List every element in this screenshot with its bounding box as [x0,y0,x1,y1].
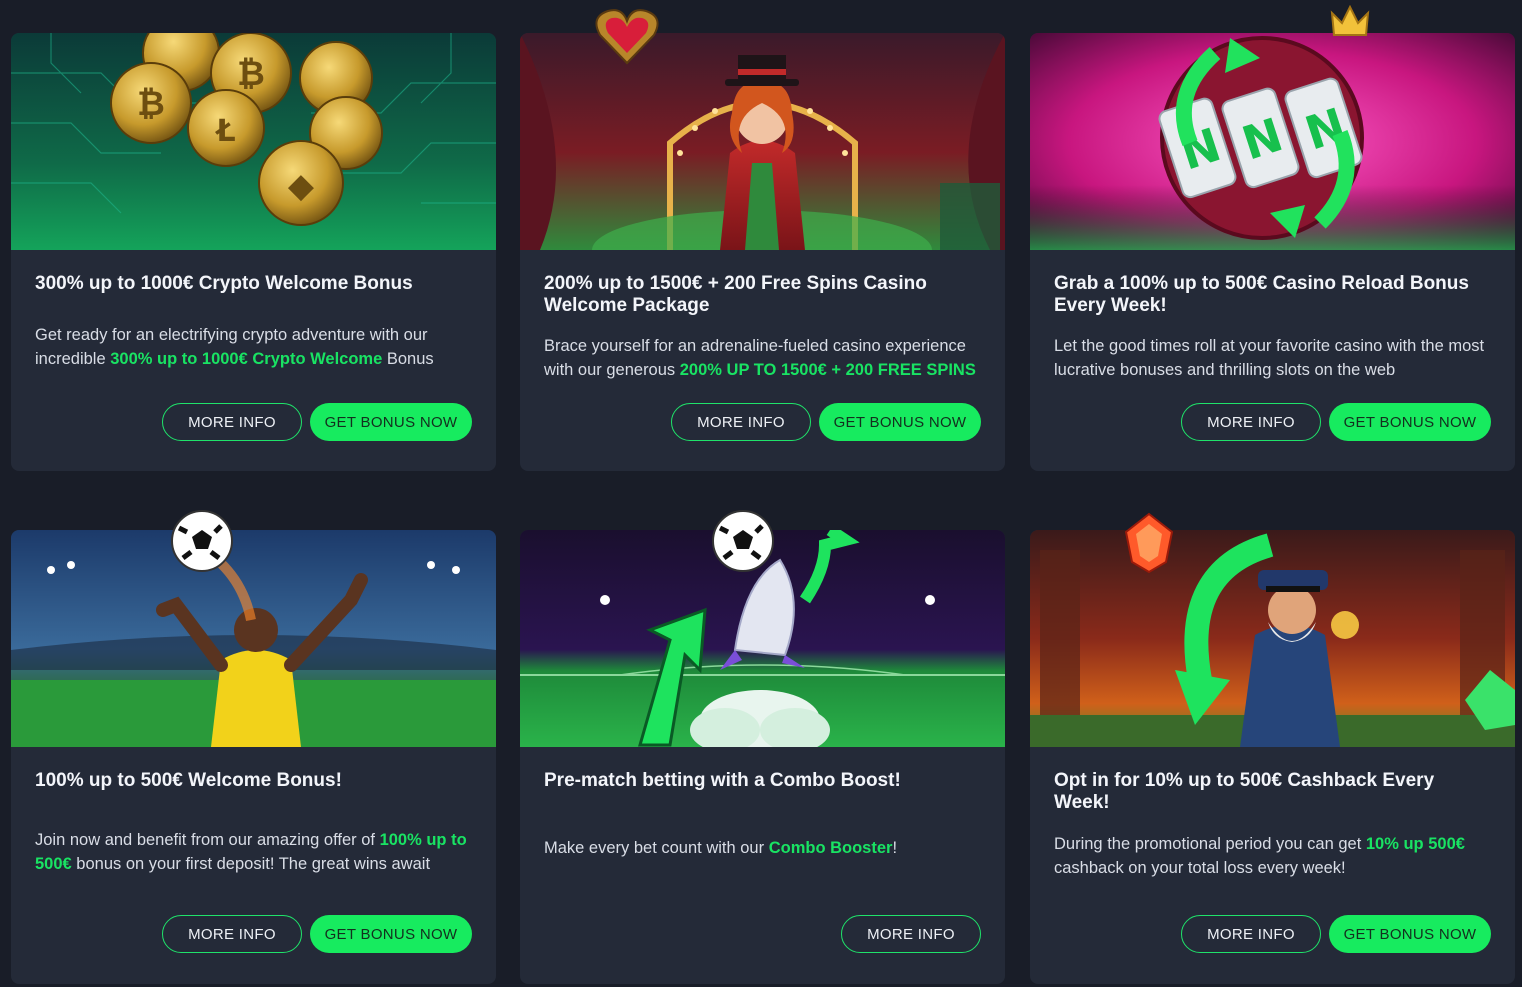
promo-card-crypto: ₿ ₿ Ł ◆ 300% up to 1000€ Crypto Welcome … [11,33,496,471]
desc-text: Join now and benefit from our amazing of… [35,831,380,849]
desc-highlight: 200% UP TO 1500€ + 200 FREE SPINS [679,361,976,379]
promo-title: Pre-match betting with a Combo Boost! [544,770,901,791]
promo-description: During the promotional period you can ge… [1054,832,1491,880]
promo-actions: MORE INFO [841,915,981,953]
get-bonus-button[interactable]: GET BONUS NOW [1329,403,1491,441]
promo-description: Let the good times roll at your favorite… [1054,334,1491,382]
promo-description: Get ready for an electrifying crypto adv… [35,323,472,371]
promo-card-sports-welcome: 100% up to 500€ Welcome Bonus! Join now … [11,510,496,984]
desc-text: During the promotional period you can ge… [1054,835,1366,853]
get-bonus-button[interactable]: GET BONUS NOW [1329,915,1491,953]
slot-reels-banner: N N N [1030,33,1515,250]
promo-actions: MORE INFO GET BONUS NOW [162,915,472,953]
more-info-button[interactable]: MORE INFO [1181,403,1321,441]
promo-description: Join now and benefit from our amazing of… [35,828,472,876]
promo-actions: MORE INFO GET BONUS NOW [162,403,472,441]
desc-text-end: cashback on your total loss every week! [1054,859,1346,877]
promo-description: Brace yourself for an adrenaline-fueled … [544,334,981,382]
promo-actions: MORE INFO GET BONUS NOW [671,403,981,441]
more-info-button[interactable]: MORE INFO [671,403,811,441]
get-bonus-button[interactable]: GET BONUS NOW [819,403,981,441]
more-info-button[interactable]: MORE INFO [162,915,302,953]
desc-text: Make every bet count with our [544,839,769,857]
desc-highlight: 10% up 500€ [1365,835,1465,853]
captain-cashback-banner [1030,530,1515,747]
promo-card-reload: N N N Grab a 100% up to 500€ Casino Relo… [1030,5,1515,471]
desc-text-end: Bonus [382,350,434,368]
desc-text-end: ! [892,839,898,857]
desc-highlight: Combo Booster [768,839,893,857]
svg-text:◆: ◆ [288,166,315,206]
promo-title: 300% up to 1000€ Crypto Welcome Bonus [35,273,413,294]
more-info-button[interactable]: MORE INFO [1181,915,1321,953]
promo-description: Make every bet count with our Combo Boos… [544,836,981,860]
promo-title: Opt in for 10% up to 500€ Cashback Every… [1054,770,1435,813]
promo-title: Grab a 100% up to 500€ Casino Reload Bon… [1054,273,1469,316]
promo-title: 100% up to 500€ Welcome Bonus! [35,770,342,791]
desc-text: Let the good times roll at your favorite… [1054,337,1485,379]
get-bonus-button[interactable]: GET BONUS NOW [310,915,472,953]
more-info-button[interactable]: MORE INFO [162,403,302,441]
promo-actions: MORE INFO GET BONUS NOW [1181,915,1491,953]
promo-actions: MORE INFO GET BONUS NOW [1181,403,1491,441]
svg-text:Ł: Ł [214,114,235,149]
promo-card-cashback: Opt in for 10% up to 500€ Cashback Every… [1030,512,1515,984]
svg-text:₿: ₿ [137,84,165,124]
football-player-banner [11,530,496,747]
promo-card-combo-boost: Pre-match betting with a Combo Boost! Ma… [520,510,1005,984]
desc-highlight: 300% up to 1000€ Crypto Welcome [110,350,383,368]
svg-text:₿: ₿ [237,54,265,94]
more-info-button[interactable]: MORE INFO [841,915,981,953]
crypto-coins-banner: ₿ ₿ Ł ◆ [11,33,496,250]
circus-ringmaster-banner [520,33,1005,250]
get-bonus-button[interactable]: GET BONUS NOW [310,403,472,441]
desc-text-end: bonus on your first deposit! The great w… [71,855,431,873]
football-rocket-banner [520,530,1005,747]
promo-card-casino-welcome: 200% up to 1500€ + 200 Free Spins Casino… [520,9,1005,471]
promo-title: 200% up to 1500€ + 200 Free Spins Casino… [544,273,927,316]
